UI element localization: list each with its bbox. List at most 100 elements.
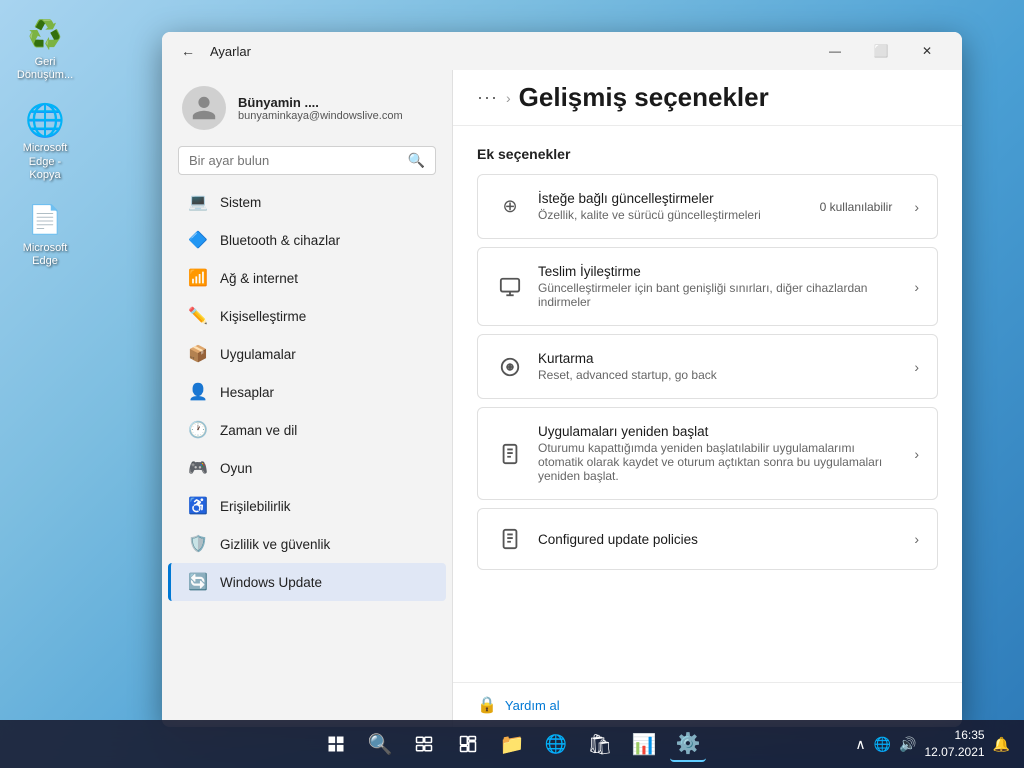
taskbar-right: ∧ 🌐 🔊 16:35 12.07.2021 🔔: [853, 727, 1012, 761]
sidebar-item-label: Hesaplar: [220, 385, 274, 400]
main-content: ··· › Gelişmiş seçenekler Ek seçenekler …: [452, 70, 962, 727]
card-teslim[interactable]: Teslim İyileştirme Güncelleştirmeler içi…: [477, 247, 938, 326]
windows-update-icon: 🔄: [188, 572, 208, 592]
notification-icon[interactable]: 🔔: [991, 734, 1012, 755]
sidebar-item-uygulamalar[interactable]: 📦 Uygulamalar: [168, 335, 446, 373]
card-istege-bagli[interactable]: ⊕ İsteğe bağlı güncelleştirmeler Özellik…: [477, 174, 938, 239]
taskbar: 🔍 📁 🌐 🛍 📊 ⚙️ ∧ 🌐 🔊 16:35 12.07.2021: [0, 720, 1024, 768]
store-button[interactable]: 🛍: [582, 726, 618, 762]
profile-section[interactable]: Bünyamin .... bunyaminkaya@windowslive.c…: [162, 70, 452, 142]
chevron-icon: ›: [914, 531, 919, 547]
gizlilik-icon: 🛡️: [188, 534, 208, 554]
edge-taskbar-button[interactable]: 🌐: [538, 726, 574, 762]
chevron-icon: ›: [914, 359, 919, 375]
edge-kopya-label: Microsoft Edge - Kopya: [14, 142, 76, 182]
chevron-icon: ›: [914, 199, 919, 215]
search-input[interactable]: [189, 153, 400, 168]
explorer-button[interactable]: 📁: [494, 726, 530, 762]
card-icon-uygulamalari: [496, 440, 524, 468]
taskbar-clock[interactable]: 16:35 12.07.2021: [925, 727, 985, 761]
avatar: [182, 86, 226, 130]
edge-icon[interactable]: 📄 Microsoft Edge: [10, 196, 80, 272]
volume-icon[interactable]: 🔊: [897, 734, 918, 755]
sidebar-item-sistem[interactable]: 💻 Sistem: [168, 183, 446, 221]
content-area: Ek seçenekler ⊕ İsteğe bağlı güncelleşti…: [453, 126, 962, 682]
sistem-icon: 💻: [188, 192, 208, 212]
breadcrumb: ··· › Gelişmiş seçenekler: [453, 70, 962, 126]
task-view-button[interactable]: [406, 726, 442, 762]
sidebar-item-zaman[interactable]: 🕐 Zaman ve dil: [168, 411, 446, 449]
search-icon: 🔍: [408, 152, 425, 169]
edge-kopya-icon[interactable]: 🌐 Microsoft Edge - Kopya: [10, 96, 80, 186]
sidebar: Bünyamin .... bunyaminkaya@windowslive.c…: [162, 70, 452, 727]
oyun-icon: 🎮: [188, 458, 208, 478]
sidebar-item-label: Erişilebilirlik: [220, 499, 291, 514]
uygulamalar-icon: 📦: [188, 344, 208, 364]
ag-icon: 📶: [188, 268, 208, 288]
titlebar: ← Ayarlar — ⬜ ✕: [162, 32, 962, 70]
profile-name: Bünyamin ....: [238, 95, 403, 110]
card-icon-istege: ⊕: [496, 193, 524, 221]
search-box[interactable]: 🔍: [178, 146, 436, 175]
sidebar-item-hesaplar[interactable]: 👤 Hesaplar: [168, 373, 446, 411]
card-badge-istege: 0 kullanılabilir: [820, 200, 893, 214]
section-title: Ek seçenekler: [477, 146, 938, 162]
back-button[interactable]: ←: [174, 37, 202, 65]
chevron-icon: ›: [914, 446, 919, 462]
card-uygulamalari[interactable]: Uygulamaları yeniden başlat Oturumu kapa…: [477, 407, 938, 500]
sidebar-item-bluetooth[interactable]: 🔷 Bluetooth & cihazlar: [168, 221, 446, 259]
desktop-icons: ♻️ Geri Dönüşüm... 🌐 Microsoft Edge - Ko…: [10, 10, 80, 272]
card-icon-teslim: [496, 273, 524, 301]
sidebar-item-oyun[interactable]: 🎮 Oyun: [168, 449, 446, 487]
help-link[interactable]: Yardım al: [505, 698, 560, 713]
sidebar-item-gizlilik[interactable]: 🛡️ Gizlilik ve güvenlik: [168, 525, 446, 563]
settings-window: ← Ayarlar — ⬜ ✕ Bünyamin ....: [162, 32, 962, 727]
card-icon-kurtarma: [496, 353, 524, 381]
kisisel-icon: ✏️: [188, 306, 208, 326]
sidebar-item-windows-update[interactable]: 🔄 Windows Update: [168, 563, 446, 601]
card-title-uygulamalari: Uygulamaları yeniden başlat: [538, 424, 900, 439]
office-button[interactable]: 📊: [626, 726, 662, 762]
sidebar-item-ag[interactable]: 📶 Ağ & internet: [168, 259, 446, 297]
taskbar-center: 🔍 📁 🌐 🛍 📊 ⚙️: [318, 726, 706, 762]
sidebar-item-label: Ağ & internet: [220, 271, 298, 286]
maximize-button[interactable]: ⬜: [858, 32, 904, 70]
card-kurtarma[interactable]: Kurtarma Reset, advanced startup, go bac…: [477, 334, 938, 399]
chevron-up-icon[interactable]: ∧: [853, 734, 867, 755]
page-title: Gelişmiş seçenekler: [519, 82, 769, 113]
help-icon: 🔒: [477, 695, 497, 715]
minimize-button[interactable]: —: [812, 32, 858, 70]
close-button[interactable]: ✕: [904, 32, 950, 70]
sidebar-item-erisebilirlik[interactable]: ♿ Erişilebilirlik: [168, 487, 446, 525]
search-taskbar-button[interactable]: 🔍: [362, 726, 398, 762]
card-subtitle-istege: Özellik, kalite ve sürücü güncelleştirme…: [538, 208, 806, 222]
start-button[interactable]: [318, 726, 354, 762]
sidebar-item-label: Uygulamalar: [220, 347, 296, 362]
sidebar-item-label: Zaman ve dil: [220, 423, 297, 438]
widgets-button[interactable]: [450, 726, 486, 762]
clock-date: 12.07.2021: [925, 744, 985, 761]
card-subtitle-teslim: Güncelleştirmeler için bant genişliği sı…: [538, 281, 900, 309]
card-configured[interactable]: Configured update policies ›: [477, 508, 938, 570]
nav-items: 💻 Sistem 🔷 Bluetooth & cihazlar 📶 Ağ & i…: [162, 183, 452, 727]
recycle-bin-image: ♻️: [25, 14, 65, 54]
sidebar-item-label: Gizlilik ve güvenlik: [220, 537, 330, 552]
clock-time: 16:35: [925, 727, 985, 744]
settings-taskbar-button[interactable]: ⚙️: [670, 726, 706, 762]
card-title-kurtarma: Kurtarma: [538, 351, 900, 366]
card-title-teslim: Teslim İyileştirme: [538, 264, 900, 279]
profile-email: bunyaminkaya@windowslive.com: [238, 110, 403, 122]
sidebar-item-label: Sistem: [220, 195, 261, 210]
sidebar-item-label: Bluetooth & cihazlar: [220, 233, 340, 248]
chevron-icon: ›: [914, 279, 919, 295]
sidebar-item-kisisel[interactable]: ✏️ Kişiselleştirme: [168, 297, 446, 335]
sidebar-item-label: Kişiselleştirme: [220, 309, 306, 324]
window-title: Ayarlar: [210, 44, 251, 59]
breadcrumb-dots[interactable]: ···: [477, 87, 498, 108]
card-subtitle-kurtarma: Reset, advanced startup, go back: [538, 368, 900, 382]
bluetooth-icon: 🔷: [188, 230, 208, 250]
zaman-icon: 🕐: [188, 420, 208, 440]
network-icon[interactable]: 🌐: [872, 734, 893, 755]
edge-label: Microsoft Edge: [14, 242, 76, 268]
recycle-bin-icon[interactable]: ♻️ Geri Dönüşüm...: [10, 10, 80, 86]
